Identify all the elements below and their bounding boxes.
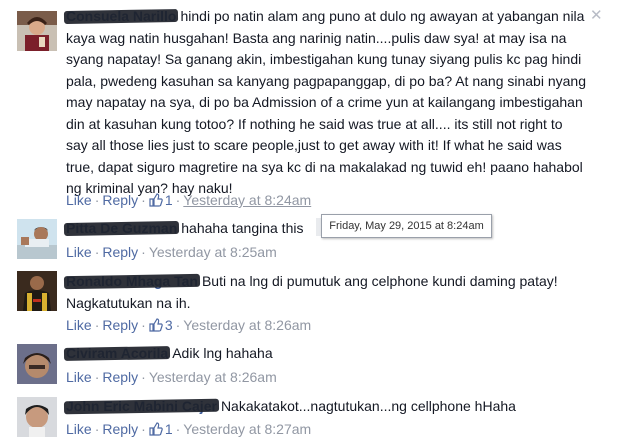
comment-timestamp[interactable]: Yesterday at 8:25am (149, 244, 277, 260)
timestamp-tooltip: Friday, May 29, 2015 at 8:24am (321, 214, 492, 238)
comment-author[interactable]: Consuela Narillo (66, 6, 176, 28)
comment-text: Nakakatakot...nagtutukan...ng cellphone … (220, 398, 516, 414)
comment-body: Civiram Acorila Adik lng hahaha (66, 343, 586, 365)
like-count[interactable]: 1 (149, 421, 173, 437)
comment-timestamp[interactable]: Yesterday at 8:26am (149, 369, 277, 385)
avatar[interactable] (17, 271, 57, 311)
comment-timestamp[interactable]: Yesterday at 8:27am (183, 421, 311, 437)
thumbs-up-icon (149, 193, 163, 207)
reply-button[interactable]: Reply (102, 369, 138, 385)
close-icon[interactable]: ✕ (590, 6, 603, 24)
like-button[interactable]: Like (66, 369, 92, 385)
comment-body: Ronaldo Mhaga Tan Buti na lng di pumutuk … (66, 271, 620, 314)
like-count[interactable]: 1 (149, 192, 173, 208)
avatar[interactable] (17, 11, 57, 51)
avatar[interactable] (17, 219, 57, 259)
comment-actions: Like · Reply · 1 · Yesterday at 8:24am (66, 192, 312, 208)
comment-author[interactable]: Civiram Acorila (66, 343, 168, 365)
comment-author[interactable]: John Eric Mabini Cajer (66, 396, 217, 418)
comment-text: hindi po natin alam ang puno at dulo ng … (66, 8, 586, 196)
comment-actions: Like · Reply · 3 · Yesterday at 8:26am (66, 317, 312, 333)
thumbs-up-icon (149, 422, 163, 436)
reply-button[interactable]: Reply (102, 192, 138, 208)
avatar-image (17, 11, 57, 51)
comment-actions: Like · Reply · Yesterday at 8:26am (66, 369, 277, 385)
comment-timestamp[interactable]: Yesterday at 8:24am (183, 192, 311, 208)
thumbs-up-icon (149, 318, 163, 332)
comment-actions: Like · Reply · 1 · Yesterday at 8:27am (66, 421, 312, 437)
comment-author[interactable]: Pitta De Guzman (66, 218, 177, 240)
avatar-image (17, 219, 57, 259)
reply-button[interactable]: Reply (102, 244, 138, 260)
like-button[interactable]: Like (66, 421, 92, 437)
avatar-image (17, 344, 57, 384)
like-button[interactable]: Like (66, 192, 92, 208)
like-button[interactable]: Like (66, 244, 92, 260)
avatar[interactable] (17, 397, 57, 437)
reply-button[interactable]: Reply (102, 421, 138, 437)
comment-author[interactable]: Ronaldo Mhaga Tan (66, 271, 198, 293)
comment-actions: Like · Reply · Yesterday at 8:25am (66, 244, 277, 260)
comment-text: Adik lng hahaha (172, 345, 273, 361)
avatar-image (17, 397, 57, 437)
comment-body: John Eric Mabini Cajer Nakakatakot...nagt… (66, 396, 586, 418)
like-count[interactable]: 3 (149, 317, 173, 333)
comment-text: hahaha tangina this (181, 220, 304, 236)
like-button[interactable]: Like (66, 317, 92, 333)
comment-timestamp[interactable]: Yesterday at 8:26am (183, 317, 311, 333)
reply-button[interactable]: Reply (102, 317, 138, 333)
comment-body: Consuela Narillo hindi po natin alam ang … (66, 6, 586, 200)
avatar-image (17, 271, 57, 311)
avatar[interactable] (17, 344, 57, 384)
